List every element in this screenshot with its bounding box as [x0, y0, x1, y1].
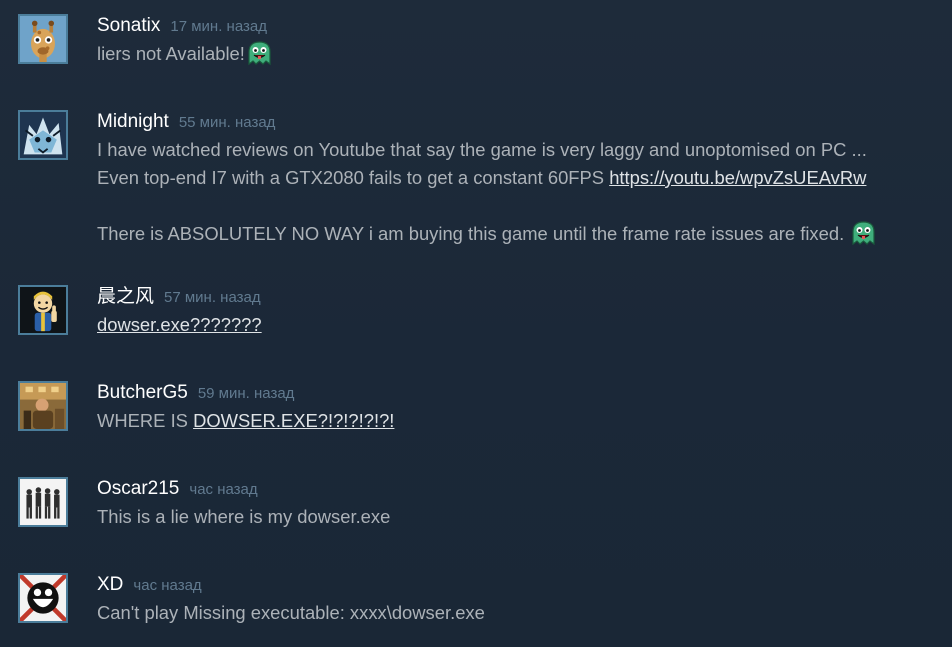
- author-name[interactable]: Midnight: [97, 111, 169, 132]
- comment-timestamp: 17 мин. назад: [170, 18, 267, 35]
- comment-text: dowser.exe???????: [97, 311, 942, 339]
- comment-content: XD час назад Can't play Missing executabl…: [97, 573, 942, 627]
- dowser-link[interactable]: dowser.exe???????: [97, 314, 262, 335]
- author-name[interactable]: 晨之风: [97, 286, 154, 307]
- comment-header: Midnight 55 мин. назад: [97, 110, 942, 134]
- comment-timestamp: час назад: [189, 481, 258, 498]
- comment-line: liers not Available!: [97, 40, 942, 68]
- comment-line: There is ABSOLUTELY NO WAY i am buying t…: [97, 220, 942, 248]
- comment-timestamp: час назад: [133, 577, 202, 594]
- line-text: liers not Available!: [97, 43, 245, 64]
- comment-content: Midnight 55 мин. назад I have watched rev…: [97, 110, 942, 248]
- comment-header: ButcherG5 59 мин. назад: [97, 381, 942, 405]
- author-name[interactable]: ButcherG5: [97, 382, 188, 403]
- line-text: WHERE IS: [97, 410, 194, 431]
- comment-line: Even top-end I7 with a GTX2080 fails to …: [97, 164, 942, 192]
- squad-avatar-icon[interactable]: [18, 477, 68, 527]
- comment-text: WHERE IS DOWSER.EXE?!?!?!?!?!: [97, 407, 942, 435]
- soldiers-avatar-icon[interactable]: [18, 381, 68, 431]
- giraffe-avatar-icon[interactable]: [18, 14, 68, 64]
- green-ghost-emote-icon: [246, 40, 273, 66]
- comment-header: Sonatix 17 мин. назад: [97, 14, 942, 38]
- comment-content: 晨之风 57 мин. назад dowser.exe???????: [97, 285, 942, 339]
- comment-text: Can't play Missing executable: xxxx\dows…: [97, 599, 942, 627]
- youtube-link[interactable]: https://youtu.be/wpvZsUEAvRw: [609, 167, 866, 188]
- author-name[interactable]: XD: [97, 574, 123, 595]
- line-text: Even top-end I7 with a GTX2080 fails to …: [97, 167, 610, 188]
- comment-line: dowser.exe???????: [97, 311, 942, 339]
- vault-boy-avatar-icon[interactable]: [18, 285, 68, 335]
- comment-text: This is a lie where is my dowser.exe: [97, 503, 942, 531]
- comment-text: I have watched reviews on Youtube that s…: [97, 136, 942, 248]
- author-name[interactable]: Sonatix: [97, 15, 160, 36]
- comment-line: This is a lie where is my dowser.exe: [97, 503, 942, 531]
- smiley-avatar-icon[interactable]: [18, 573, 68, 623]
- comment-header: Oscar215 час назад: [97, 477, 942, 501]
- comment-timestamp: 59 мин. назад: [197, 385, 295, 402]
- comment-header: XD час назад: [97, 573, 942, 597]
- comment-line: Can't play Missing executable: xxxx\dows…: [97, 599, 942, 627]
- comment-line: I have watched reviews on Youtube that s…: [97, 136, 942, 164]
- comment-timestamp: 55 мин. назад: [178, 114, 276, 131]
- line-text: This is a lie where is my dowser.exe: [97, 506, 391, 527]
- author-name[interactable]: Oscar215: [97, 478, 179, 499]
- comment-content: ButcherG5 59 мин. назад WHERE IS DOWSER.E…: [97, 381, 942, 435]
- green-ghost-emote-icon: [850, 220, 877, 246]
- line-text: Can't play Missing executable: xxxx\dows…: [97, 602, 485, 623]
- wolf-avatar-icon[interactable]: [18, 110, 68, 160]
- comment-content: Sonatix 17 мин. назад liers not Available…: [97, 14, 942, 68]
- comment-text: liers not Available!: [97, 40, 942, 68]
- line-text: There is ABSOLUTELY NO WAY i am buying t…: [97, 223, 845, 244]
- comment-content: Oscar215 час назад This is a lie where is…: [97, 477, 942, 531]
- comment-header: 晨之风 57 мин. назад: [97, 285, 942, 309]
- comment-timestamp: 57 мин. назад: [164, 289, 261, 306]
- line-text: I have watched reviews on Youtube that s…: [97, 139, 867, 160]
- comment-line: WHERE IS DOWSER.EXE?!?!?!?!?!: [97, 407, 942, 435]
- dowser-link[interactable]: DOWSER.EXE?!?!?!?!?!: [193, 410, 394, 431]
